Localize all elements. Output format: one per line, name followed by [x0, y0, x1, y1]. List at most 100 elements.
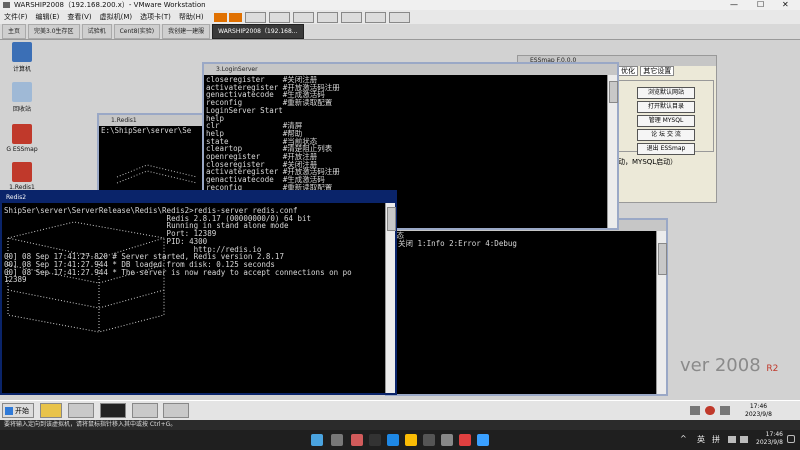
- chrome-icon[interactable]: [405, 434, 417, 446]
- desktop-icon-computer[interactable]: 计算机: [0, 42, 44, 73]
- notification-icon[interactable]: [787, 435, 795, 443]
- forum-button[interactable]: 论 坛 交 流: [637, 129, 695, 141]
- cmd-taskbar-button[interactable]: [100, 403, 126, 418]
- menu-vm[interactable]: 虚拟机(M): [96, 10, 137, 24]
- vmware-title-bar: WARSHIP2008（192.168.200.x）- VMware Works…: [0, 0, 800, 10]
- exit-essmap-button[interactable]: 退出 ESSmap: [637, 143, 695, 155]
- search-icon[interactable]: [331, 434, 343, 446]
- menu-view[interactable]: 查看(V): [63, 10, 95, 24]
- gameserver-scrollbar[interactable]: [656, 231, 667, 394]
- loginserver-console-output: closeregister #关闭注册 activateregister #开放激…: [204, 75, 617, 193]
- scrollbar-thumb[interactable]: [658, 243, 667, 275]
- menu-tabs[interactable]: 选项卡(T): [136, 10, 175, 24]
- console-line: 0:关闭 1:Info 2:Error 4:Debug: [389, 238, 517, 248]
- tab-vm-3[interactable]: Cent8(实验): [113, 24, 161, 39]
- gameserver-console-output: 状态0:关闭 1:Info 2:Error 4:Debug: [387, 231, 666, 248]
- console-icon[interactable]: [364, 11, 386, 23]
- essmap-status: 动，MYSQL启动）: [618, 158, 678, 166]
- windows-logo-icon: [5, 407, 13, 415]
- essmap-icon: [12, 124, 32, 144]
- redis1-window: 1.Redis1 E:\ShipSer\server\Se: [97, 113, 217, 193]
- network-icon[interactable]: [690, 406, 700, 415]
- vmware-title: WARSHIP2008（192.168.200.x）- VMware Works…: [14, 1, 206, 9]
- unity-icon[interactable]: [340, 11, 362, 23]
- close-icon[interactable]: ✕: [782, 0, 789, 10]
- app-icon[interactable]: [423, 434, 435, 446]
- desktop-icon-label: G ESSmap: [6, 146, 38, 153]
- redis2-title-bar[interactable]: Redis2: [2, 192, 395, 203]
- explorer-taskbar-button[interactable]: [40, 403, 62, 418]
- open-default-dir-button[interactable]: 打开默认目录: [637, 101, 695, 113]
- essmap-button-group: 浏览默认网站 打开默认目录 管理 MYSQL 论 坛 交 流 退出 ESSmap: [618, 80, 714, 155]
- vmware-taskbar-icon[interactable]: [441, 434, 453, 446]
- redis2-window: Redis2 ShipSer\server\ServerRelease\Redi…: [0, 190, 397, 395]
- tab-vm-1[interactable]: 完美3.0生存区: [28, 24, 80, 39]
- volume-icon[interactable]: [720, 406, 730, 415]
- revert-snapshot-icon[interactable]: [268, 11, 290, 23]
- app-icon[interactable]: [459, 434, 471, 446]
- app-icon[interactable]: [477, 434, 489, 446]
- browser-taskbar-button[interactable]: [68, 403, 94, 418]
- view-options-icon[interactable]: [388, 11, 410, 23]
- start-button[interactable]: 开始: [2, 403, 34, 418]
- essmap-tab-other[interactable]: 其它设置: [640, 66, 675, 76]
- redis-shortcut-icon: [12, 162, 32, 182]
- manage-snapshot-icon[interactable]: [292, 11, 314, 23]
- tab-home[interactable]: 主页: [2, 24, 27, 39]
- desktop-icon-essmap[interactable]: G ESSmap: [0, 124, 44, 153]
- console-line: E:\ShipSer\server\Se: [101, 126, 192, 135]
- redis1-console-output: E:\ShipSer\server\Se: [99, 126, 215, 136]
- menu-help[interactable]: 帮助(H): [175, 10, 208, 24]
- scrollbar-thumb[interactable]: [609, 81, 618, 103]
- edge-icon[interactable]: [387, 434, 399, 446]
- desktop-icon-label: 计算机: [12, 66, 31, 73]
- manage-mysql-button[interactable]: 管理 MYSQL: [637, 115, 695, 127]
- redis1-ascii-logo: [116, 164, 198, 184]
- maximize-icon[interactable]: ☐: [757, 0, 764, 10]
- vmware-status-bar: 要将输入定向到该虚拟机，请将鼠标指针移入其中或按 Ctrl+G。: [0, 420, 800, 430]
- redis1-title-bar[interactable]: 1.Redis1: [99, 115, 215, 126]
- essmap-tab-optimize[interactable]: 优化: [618, 66, 638, 76]
- snapshot-icon[interactable]: [244, 11, 266, 23]
- vmware-tab-strip: 主页 完美3.0生存区 试验机 Cent8(实验) 我创建一建服 WARSHIP…: [0, 24, 800, 40]
- tab-vm-2[interactable]: 试验机: [81, 24, 112, 39]
- tab-vm-4[interactable]: 我创建一建服: [162, 24, 211, 39]
- loginserver-title-bar[interactable]: 3.LoginServer: [204, 64, 617, 75]
- console-line: LoginServer Start: [206, 105, 283, 115]
- essmap-tabs: 优化 其它设置: [618, 66, 675, 76]
- window-taskbar-button[interactable]: [163, 403, 189, 418]
- app-icon[interactable]: [351, 434, 363, 446]
- vmware-menubar: 文件(F) 编辑(E) 查看(V) 虚拟机(M) 选项卡(T) 帮助(H): [0, 10, 800, 24]
- menu-file[interactable]: 文件(F): [0, 10, 32, 24]
- desktop-icon-recycle-bin[interactable]: 回收站: [0, 82, 44, 113]
- os-brand: ver 2008 R2: [680, 355, 779, 376]
- desktop-icon-label: 回收站: [12, 106, 31, 113]
- pause-icon-b: [228, 12, 242, 22]
- speaker-icon[interactable]: [740, 436, 748, 443]
- windows-start-icon[interactable]: [311, 434, 323, 446]
- scrollbar-thumb[interactable]: [387, 207, 396, 231]
- guest-taskbar: 开始 17:46 2023/9/8: [0, 400, 800, 420]
- redis2-scrollbar[interactable]: [385, 203, 396, 393]
- flag-icon[interactable]: [705, 406, 715, 415]
- wifi-icon[interactable]: [728, 436, 736, 443]
- guest-clock[interactable]: 17:46 2023/9/8: [745, 403, 772, 419]
- minimize-icon[interactable]: —: [730, 0, 738, 10]
- vmware-status-text: 要将输入定向到该虚拟机，请将鼠标指针移入其中或按 Ctrl+G。: [4, 421, 177, 428]
- host-clock[interactable]: 17:46 2023/9/8: [756, 431, 783, 447]
- recycle-bin-icon: [12, 82, 32, 102]
- window-taskbar-button[interactable]: [132, 403, 158, 418]
- ime-mode[interactable]: 拼: [712, 434, 720, 445]
- loginserver-scrollbar[interactable]: [607, 75, 618, 228]
- gameserver-console-window: 状态0:关闭 1:Info 2:Error 4:Debug: [385, 218, 668, 396]
- menu-edit[interactable]: 编辑(E): [32, 10, 64, 24]
- fullscreen-icon[interactable]: [316, 11, 338, 23]
- tab-warship2008[interactable]: WARSHIP2008（192.168...: [212, 24, 304, 39]
- tray-chevron-icon[interactable]: ^: [680, 434, 687, 443]
- browse-default-site-button[interactable]: 浏览默认网站: [637, 87, 695, 99]
- redis2-ascii-logo: [7, 221, 165, 333]
- desktop-icon-redis1[interactable]: 1.Redis1: [0, 162, 44, 191]
- ime-lang[interactable]: 英: [697, 434, 705, 445]
- app-icon[interactable]: [369, 434, 381, 446]
- pause-icon[interactable]: [213, 12, 227, 22]
